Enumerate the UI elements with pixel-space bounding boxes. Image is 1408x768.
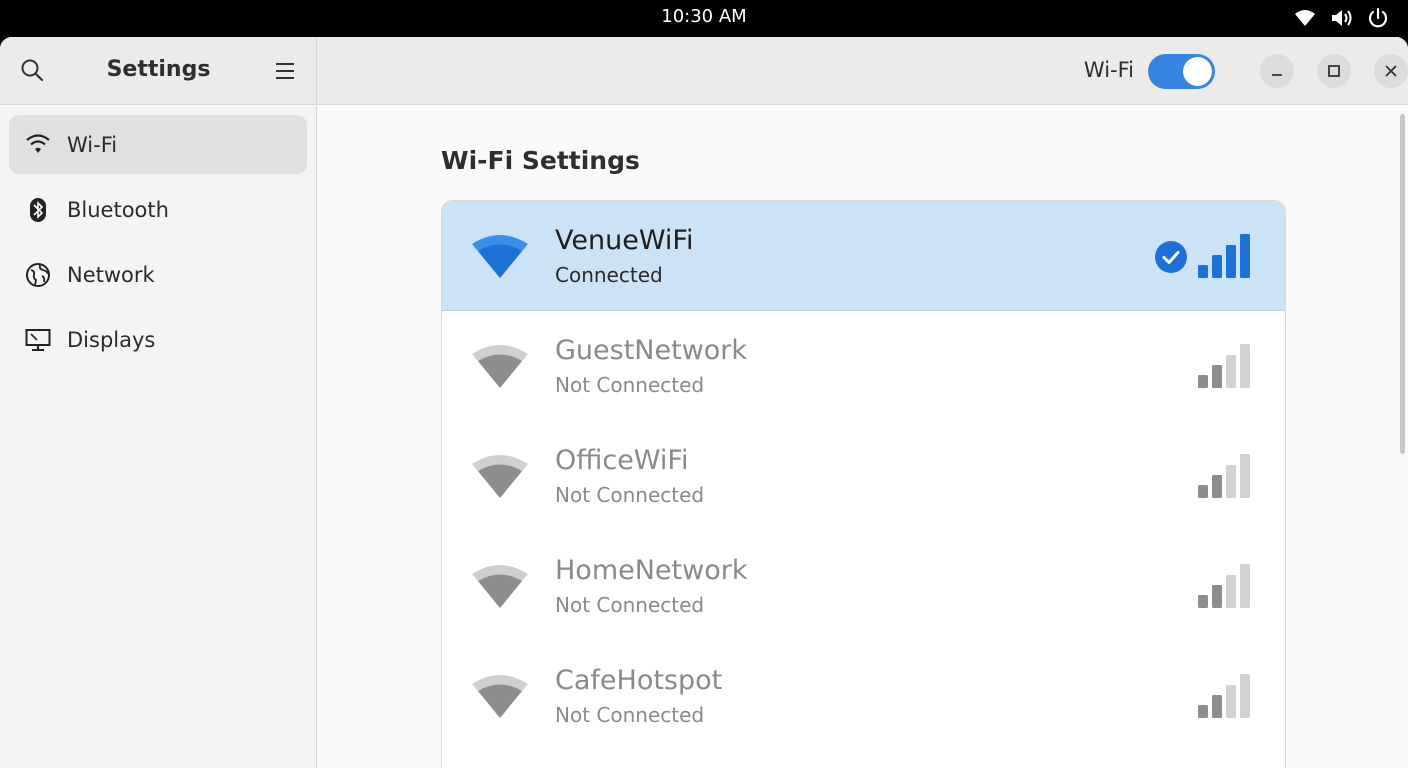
network-name: CafeHotspot xyxy=(555,665,723,696)
network-name: HomeNetwork xyxy=(555,555,748,586)
wifi-signal-icon xyxy=(470,672,530,724)
network-status: Not Connected xyxy=(555,373,705,397)
globe-icon xyxy=(25,262,51,292)
network-status: Not Connected xyxy=(555,703,705,727)
network-status: Not Connected xyxy=(555,593,705,617)
sidebar-item-label: Network xyxy=(67,262,155,287)
network-name: OfficeWiFi xyxy=(555,445,689,476)
settings-window: Settings Wi-Fi Wi-Fi Bluetooth Network D… xyxy=(0,37,1408,768)
wifi-toggle-label: Wi-Fi xyxy=(1083,58,1134,82)
sidebar-item-label: Bluetooth xyxy=(67,197,169,222)
signal-strength-icon xyxy=(1198,453,1254,503)
sidebar-item-label: Wi-Fi xyxy=(67,132,118,157)
sidebar-item-bluetooth[interactable]: Bluetooth xyxy=(9,180,307,239)
sidebar-title: Settings xyxy=(106,57,211,82)
wifi-signal-icon xyxy=(470,342,530,394)
close-icon xyxy=(1385,62,1397,81)
signal-strength-icon xyxy=(1198,233,1254,283)
sidebar-item-network[interactable]: Network xyxy=(9,245,307,304)
network-row[interactable]: OfficeWiFi Not Connected xyxy=(442,421,1285,531)
close-button[interactable] xyxy=(1374,54,1408,88)
wifi-signal-icon xyxy=(470,452,530,504)
network-row[interactable]: CafeHotspot Not Connected xyxy=(442,641,1285,751)
wifi-signal-icon xyxy=(470,232,530,284)
signal-strength-icon xyxy=(1198,343,1254,393)
network-list: VenueWiFi Connected GuestNetwork Not Con… xyxy=(441,200,1286,768)
signal-strength-icon xyxy=(1198,673,1254,723)
main-header: Wi-Fi xyxy=(317,37,1408,105)
system-top-bar: 10:30 AM xyxy=(0,0,1408,37)
sidebar: Wi-Fi Bluetooth Network Displays xyxy=(0,106,317,768)
network-name: GuestNetwork xyxy=(555,335,748,366)
bluetooth-icon xyxy=(25,197,51,227)
network-status: Connected xyxy=(555,263,663,287)
wifi-icon[interactable] xyxy=(1294,8,1316,28)
wifi-toggle-switch[interactable] xyxy=(1148,54,1215,89)
main-content: Wi-Fi Settings VenueWiFi Connected Guest… xyxy=(318,106,1408,768)
network-row[interactable]: HomeNetwork Not Connected xyxy=(442,531,1285,641)
monitor-icon xyxy=(25,327,51,357)
power-icon[interactable] xyxy=(1368,7,1388,29)
sidebar-header: Settings xyxy=(0,37,317,105)
clock[interactable]: 10:30 AM xyxy=(0,6,1408,27)
checkmark-icon xyxy=(1155,241,1187,277)
network-row[interactable]: GuestNetwork Not Connected xyxy=(442,311,1285,421)
volume-icon[interactable] xyxy=(1330,7,1354,29)
scrollbar[interactable] xyxy=(1400,114,1405,454)
sidebar-item-displays[interactable]: Displays xyxy=(9,310,307,369)
network-status: Not Connected xyxy=(555,483,705,507)
system-tray[interactable] xyxy=(1294,7,1388,29)
sidebar-item-label: Displays xyxy=(67,327,156,352)
network-name: VenueWiFi xyxy=(555,225,694,256)
sidebar-item-wifi[interactable]: Wi-Fi xyxy=(9,115,307,174)
wifi-icon xyxy=(25,132,51,160)
page-title: Wi-Fi Settings xyxy=(441,146,640,175)
maximize-button[interactable] xyxy=(1317,54,1351,88)
wifi-signal-icon xyxy=(470,562,530,614)
minimize-button[interactable] xyxy=(1260,54,1294,88)
hamburger-menu-icon[interactable] xyxy=(274,61,296,85)
minimize-icon xyxy=(1271,62,1283,81)
toggle-knob xyxy=(1183,57,1212,86)
network-row[interactable]: VenueWiFi Connected xyxy=(442,201,1285,311)
signal-strength-icon xyxy=(1198,563,1254,613)
maximize-icon xyxy=(1328,62,1340,81)
